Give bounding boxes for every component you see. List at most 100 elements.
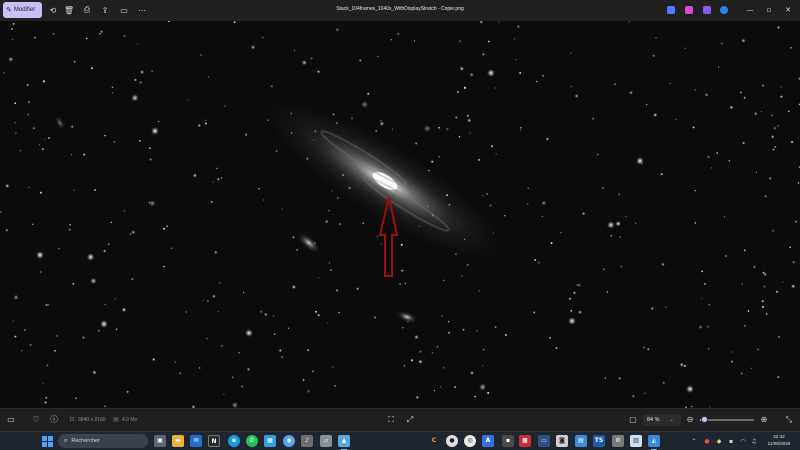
chrome-icon[interactable]: ◉ [283,435,295,447]
filmstrip-icon[interactable]: ▭ [5,414,17,426]
star [560,231,562,234]
star [281,356,284,358]
edge-icon[interactable]: e [228,435,240,447]
wifi-icon[interactable]: ◠ [739,437,747,446]
file-explorer-icon[interactable]: ▬ [172,435,184,447]
onedrive-icon[interactable] [720,6,728,14]
slideshow-icon[interactable]: ▭ [118,4,130,16]
star [675,118,677,121]
actual-size-icon[interactable]: ▢ [627,414,639,426]
share-icon[interactable]: ⇪ [99,4,111,16]
expand-icon[interactable]: ⤡ [783,414,795,426]
app-a-icon[interactable]: A [482,435,494,447]
volume-icon[interactable]: ♫ [750,437,758,446]
star [263,199,265,201]
app-chart-icon[interactable]: ▥ [630,435,642,447]
star [5,183,10,188]
edit-button[interactable]: ✎ Modifier [3,2,42,18]
zoom-slider-track[interactable] [700,419,754,421]
chevron-down-icon: ⌄ [669,417,674,423]
star [489,204,492,207]
star [242,291,245,294]
mail-icon[interactable]: ✉ [190,435,202,447]
star [379,121,385,127]
star [772,148,775,151]
star [743,96,746,99]
more-icon[interactable]: ⋯ [136,4,148,16]
info-icon[interactable]: ⓘ [48,414,60,426]
whatsapp-icon[interactable]: ✆ [246,435,258,447]
star [5,229,8,232]
app-grid-icon[interactable]: ▪ [502,435,514,447]
star [628,21,630,23]
system-clock[interactable]: 22:42 11/09/2026 [760,434,798,447]
star [740,91,742,94]
star [771,114,773,117]
fullscreen-icon[interactable]: ⤢ [404,414,416,426]
star [75,397,77,400]
maximize-button[interactable]: ▫ [762,3,776,17]
app-window-icon[interactable]: ▤ [575,435,587,447]
app-circle-icon[interactable]: ● [446,435,458,447]
task-view-icon[interactable]: ▣ [154,435,166,447]
star [206,337,208,340]
zoom-out-icon[interactable]: ⊖ [684,414,696,426]
zoom-level-select[interactable]: 84 % ⌄ [643,414,681,426]
app-icon-3[interactable] [703,6,711,14]
sound-icon[interactable]: ♪ [301,435,313,447]
tray-chevron-icon[interactable]: ⌃ [690,437,698,446]
star [570,52,572,54]
star [296,248,298,251]
search-placeholder: Rechercher [71,438,100,444]
print-icon[interactable]: ⎙ [81,4,93,16]
star [515,59,517,61]
tray-app-icon-2[interactable]: ◆ [715,437,723,446]
app-photos-active-icon[interactable]: ◭ [648,435,660,450]
star [542,75,544,77]
star [73,60,76,63]
photos-icon[interactable]: ▲ [338,435,350,450]
close-button[interactable]: ✕ [781,3,795,17]
store-icon[interactable]: ▦ [264,435,276,447]
app-badge-icon[interactable]: ◎ [464,435,476,447]
star [20,349,23,352]
app-tool-icon[interactable]: ⚙ [612,435,624,447]
zoom-in-icon[interactable]: ⊕ [758,414,770,426]
star [47,303,49,306]
folder-icon[interactable]: ▱ [320,435,332,447]
star [148,201,151,204]
star [359,59,362,62]
taskbar-search[interactable]: ⌕ Rechercher [58,434,148,448]
tray-app-icon-1[interactable]: ● [703,437,711,446]
app-c-icon[interactable]: C [428,435,440,447]
image-canvas[interactable] [0,21,800,408]
delete-icon[interactable]: 🗑 [63,4,75,16]
star [459,66,465,72]
star [614,83,616,85]
notion-icon[interactable]: N [208,435,220,447]
star [707,155,710,158]
star [495,153,497,155]
star [436,345,439,348]
app-icon-1[interactable] [667,6,675,14]
star [15,132,17,134]
app-ts-icon[interactable]: TS [593,435,605,447]
app-red-icon[interactable]: ▩ [519,435,531,447]
zoom-slider-thumb[interactable] [701,416,709,423]
fit-screen-icon[interactable]: ⛶ [385,414,397,426]
app-blue-icon[interactable]: ▭ [538,435,550,447]
start-icon[interactable] [42,436,53,447]
star [380,119,382,122]
star [720,41,724,45]
favorite-icon[interactable]: ♡ [30,414,42,426]
minimize-button[interactable]: — [743,3,757,17]
star [411,359,414,362]
app-icon-2[interactable] [685,6,693,14]
star [791,284,796,289]
app-camera-icon[interactable]: ◙ [556,435,568,447]
star [780,86,782,88]
star [747,310,750,312]
bright-star [245,329,253,337]
rotate-icon[interactable]: ⟲ [47,4,59,16]
tray-app-icon-3[interactable]: ▪ [727,437,735,446]
